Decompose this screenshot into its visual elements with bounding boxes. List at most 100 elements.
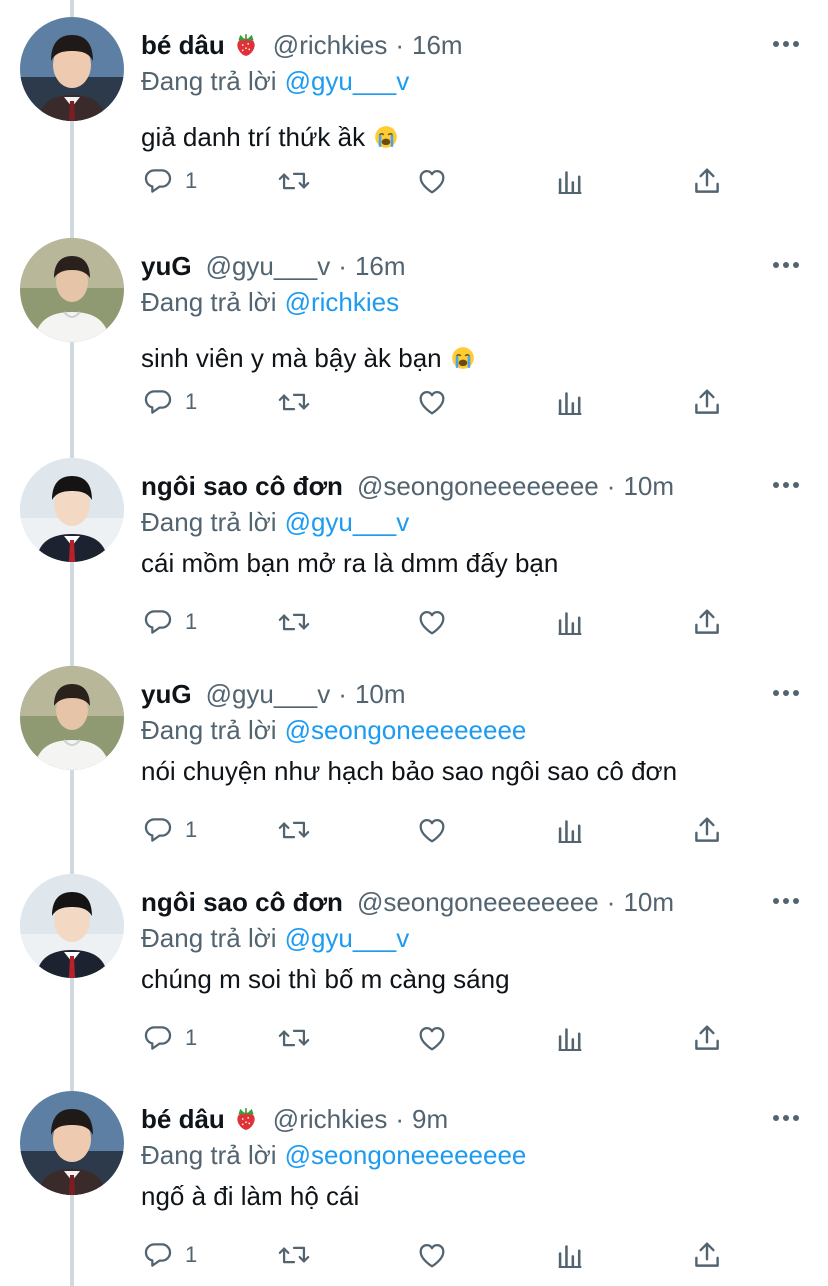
retweet-button[interactable] [277, 384, 311, 420]
share-icon [690, 813, 724, 847]
reply-count: 1 [185, 817, 198, 842]
analytics-button[interactable] [553, 163, 587, 199]
timestamp[interactable]: 10m [355, 675, 406, 713]
reply-button[interactable]: 1 [141, 812, 197, 848]
replying-to-label: Đang trả lời [141, 287, 277, 317]
display-name[interactable]: yuG [141, 675, 192, 713]
tweet-item[interactable]: ngôi sao cô đơn @seongoneeeeeeee · 10m Đ… [0, 441, 828, 651]
tweet-text: chúng m soi thì bố m càng sáng [141, 960, 510, 998]
retweet-icon [277, 605, 311, 639]
reply-button[interactable]: 1 [141, 163, 197, 199]
avatar[interactable] [20, 238, 124, 342]
user-handle[interactable]: @richkies [273, 1100, 388, 1138]
tweet-item[interactable]: bé dâu @richkies · 16m Đang trả lời @gyu_… [0, 0, 828, 210]
display-name[interactable]: bé dâu [141, 1100, 225, 1138]
analytics-icon [553, 605, 587, 639]
tweet-item[interactable]: yuG @gyu___v · 10m Đang trả lời @seongone… [0, 649, 828, 859]
avatar[interactable] [20, 17, 124, 121]
display-name[interactable]: ngôi sao cô đơn [141, 883, 343, 921]
reply-mention-link[interactable]: @gyu___v [285, 507, 410, 537]
tweet-item[interactable]: yuG @gyu___v · 16m Đang trả lời @richkies… [0, 221, 828, 431]
analytics-button[interactable] [553, 812, 587, 848]
separator-dot: · [395, 1104, 404, 1134]
separator-dot: · [338, 679, 347, 709]
user-handle[interactable]: @seongoneeeeeeee [357, 883, 599, 921]
like-button[interactable] [415, 1020, 449, 1056]
reply-icon [141, 385, 175, 419]
tweet-actions: 1 [141, 812, 741, 848]
share-button[interactable] [690, 812, 724, 848]
tweet-text-content: chúng m soi thì bố m càng sáng [141, 964, 510, 994]
separator-dot: · [395, 30, 404, 60]
display-name[interactable]: yuG [141, 247, 192, 285]
share-button[interactable] [690, 384, 724, 420]
analytics-button[interactable] [553, 604, 587, 640]
user-handle[interactable]: @seongoneeeeeeee [357, 467, 599, 505]
retweet-button[interactable] [277, 812, 311, 848]
reply-button[interactable]: 1 [141, 1237, 197, 1273]
like-button[interactable] [415, 163, 449, 199]
analytics-icon [553, 164, 587, 198]
tweet-item[interactable]: ngôi sao cô đơn @seongoneeeeeeee · 10m Đ… [0, 857, 828, 1067]
share-button[interactable] [690, 604, 724, 640]
like-button[interactable] [415, 604, 449, 640]
user-handle[interactable]: @richkies [273, 26, 388, 64]
more-icon[interactable] [770, 473, 802, 497]
replying-to: Đang trả lời @richkies [141, 283, 399, 321]
analytics-button[interactable] [553, 1237, 587, 1273]
tweet-header: yuG @gyu___v · 16m [141, 247, 406, 285]
more-icon[interactable] [770, 1106, 802, 1130]
reply-button[interactable]: 1 [141, 604, 197, 640]
reply-mention-link[interactable]: @gyu___v [285, 66, 410, 96]
display-name[interactable]: bé dâu [141, 26, 225, 64]
like-icon [415, 605, 449, 639]
replying-to: Đang trả lời @seongoneeeeeeee [141, 1136, 526, 1174]
tweet-actions: 1 [141, 1237, 741, 1273]
avatar[interactable] [20, 458, 124, 562]
like-button[interactable] [415, 812, 449, 848]
like-button[interactable] [415, 1237, 449, 1273]
timestamp[interactable]: 16m [412, 26, 463, 64]
timestamp[interactable]: 16m [355, 247, 406, 285]
analytics-button[interactable] [553, 1020, 587, 1056]
separator-dot: · [606, 471, 616, 501]
avatar[interactable] [20, 1091, 124, 1195]
reply-mention-link[interactable]: @richkies [285, 287, 400, 317]
retweet-button[interactable] [277, 163, 311, 199]
avatar[interactable] [20, 666, 124, 770]
strawberry-emoji-icon [233, 1106, 259, 1132]
timestamp[interactable]: 10m [623, 883, 674, 921]
replying-to: Đang trả lời @gyu___v [141, 62, 409, 100]
timestamp[interactable]: 10m [623, 467, 674, 505]
avatar[interactable] [20, 874, 124, 978]
share-button[interactable] [690, 1020, 724, 1056]
reply-icon [141, 605, 175, 639]
more-icon[interactable] [770, 253, 802, 277]
more-icon[interactable] [770, 681, 802, 705]
retweet-button[interactable] [277, 1020, 311, 1056]
user-handle[interactable]: @gyu___v [206, 247, 331, 285]
reply-button[interactable]: 1 [141, 1020, 197, 1056]
like-button[interactable] [415, 384, 449, 420]
reply-icon [141, 1238, 175, 1272]
reply-mention-link[interactable]: @seongoneeeeeeee [285, 1140, 527, 1170]
share-button[interactable] [690, 1237, 724, 1273]
avatar-image [20, 874, 124, 978]
reply-button[interactable]: 1 [141, 384, 197, 420]
more-icon[interactable] [770, 889, 802, 913]
retweet-button[interactable] [277, 604, 311, 640]
timestamp[interactable]: 9m [412, 1100, 448, 1138]
avatar-image [20, 238, 124, 342]
more-icon[interactable] [770, 32, 802, 56]
analytics-button[interactable] [553, 384, 587, 420]
retweet-button[interactable] [277, 1237, 311, 1273]
display-name[interactable]: ngôi sao cô đơn [141, 467, 343, 505]
reply-count: 1 [185, 1242, 198, 1267]
tweet-item[interactable]: bé dâu @richkies · 9m Đang trả lời @seong… [0, 1074, 828, 1284]
reply-mention-link[interactable]: @seongoneeeeeeee [285, 715, 527, 745]
analytics-icon [553, 813, 587, 847]
share-button[interactable] [690, 163, 724, 199]
reply-mention-link[interactable]: @gyu___v [285, 923, 410, 953]
user-handle[interactable]: @gyu___v [206, 675, 331, 713]
reply-count: 1 [185, 1025, 198, 1050]
